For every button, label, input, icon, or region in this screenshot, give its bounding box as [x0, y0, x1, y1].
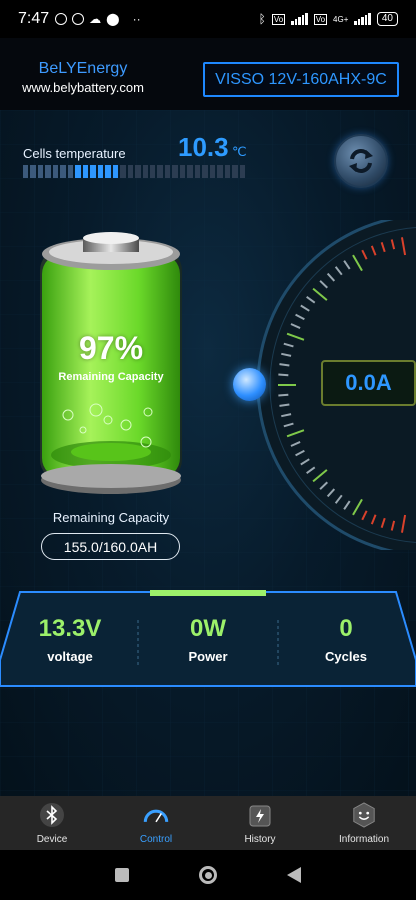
- stat-cycles: 0 Cycles: [286, 615, 406, 664]
- nav-history-label: History: [244, 833, 276, 845]
- temperature-bar-segment: [105, 165, 111, 178]
- temperature-bar-segment: [232, 165, 238, 178]
- recents-button[interactable]: [115, 868, 129, 882]
- temperature-bar-segment: [37, 165, 44, 178]
- temperature-bar-segment: [142, 165, 148, 178]
- remaining-capacity-label: Remaining Capacity: [52, 510, 170, 525]
- app-header: BeLYEnergy www.belybattery.com VISSO 12V…: [0, 38, 416, 110]
- temperature-label: Cells temperature: [23, 146, 126, 161]
- temperature-bar-segment: [67, 165, 74, 178]
- temperature-bar-segment: [187, 165, 193, 178]
- signal-icon: [291, 13, 308, 25]
- temperature-bar-segment: [179, 165, 186, 178]
- bottom-nav: Device Control History Information: [0, 796, 416, 850]
- temperature-bar: [23, 165, 246, 178]
- status-bar: 7:47 ☁ ⬤ ·· ᛒ Vo Vo 4G+ 40: [0, 0, 416, 38]
- stat-cycles-label: Cycles: [325, 649, 367, 664]
- network-type: 4G+: [333, 14, 349, 24]
- temperature-bar-segment: [82, 165, 89, 178]
- volte-icon: Vo: [271, 13, 286, 25]
- nav-device-label: Device: [36, 833, 68, 845]
- gauge-tick: [279, 403, 290, 407]
- stat-cycles-value: 0: [339, 615, 353, 642]
- whatsapp-icon: [72, 13, 85, 25]
- refresh-button[interactable]: [334, 134, 388, 188]
- gauge-tick: [279, 363, 290, 367]
- stat-power: 0W Power: [148, 615, 268, 664]
- temperature-bar-segment: [194, 165, 201, 178]
- stat-voltage-label: voltage: [47, 649, 93, 664]
- bluetooth-icon: [39, 802, 65, 828]
- home-button[interactable]: [199, 866, 217, 884]
- speedometer-icon: [143, 802, 169, 828]
- nav-history[interactable]: History: [208, 796, 312, 850]
- current-value: 0.0A: [321, 360, 416, 406]
- gauge-tick: [278, 373, 289, 377]
- location-icon: ⬤: [106, 12, 120, 26]
- temperature-bar-segment: [52, 165, 59, 178]
- temperature-bar-segment: [23, 165, 29, 178]
- stat-power-label: Power: [188, 649, 228, 664]
- battery-percent: 97%: [78, 330, 144, 366]
- temperature-bar-segment: [90, 165, 96, 178]
- alarm-icon: [55, 13, 68, 25]
- notification-icons: ☁ ⬤ ··: [55, 12, 141, 26]
- temperature-bar-segment: [127, 165, 134, 178]
- volte-icon-2: Vo: [313, 13, 328, 25]
- brand-url: www.belybattery.com: [22, 80, 144, 95]
- brand: BeLYEnergy www.belybattery.com: [18, 60, 148, 95]
- temperature-bar-segment: [209, 165, 216, 178]
- temperature-bar-segment: [224, 165, 231, 178]
- more-dots-icon: ··: [132, 12, 141, 26]
- control-panel: Cells temperature 10.3 ℃ 97% Remaining C…: [0, 110, 416, 796]
- brand-name: BeLYEnergy: [38, 60, 128, 77]
- stat-power-value: 0W: [190, 615, 226, 642]
- status-time: 7:47: [18, 10, 50, 27]
- system-nav-bar: [0, 850, 416, 900]
- temperature-bar-segment: [120, 165, 126, 178]
- battery-status-icon: 40: [376, 12, 398, 26]
- back-button[interactable]: [287, 867, 301, 883]
- stat-voltage-value: 13.3V: [38, 615, 102, 642]
- temperature-bar-segment: [157, 165, 163, 178]
- history-icon: [247, 802, 273, 828]
- battery-percent-caption: Remaining Capacity: [58, 371, 164, 383]
- signal-icon-2: [354, 13, 371, 25]
- temperature-value: 10.3: [178, 132, 229, 162]
- cloud-icon: ☁: [89, 12, 102, 26]
- temperature-bar-segment: [60, 165, 66, 178]
- smiley-icon: [351, 801, 377, 828]
- temperature-bar-segment: [75, 165, 81, 178]
- temperature-bar-segment: [172, 165, 178, 178]
- refresh-icon: [349, 149, 373, 173]
- temperature-bar-segment: [149, 165, 156, 178]
- temperature-bar-segment: [164, 165, 171, 178]
- nav-information[interactable]: Information: [312, 796, 416, 850]
- bluetooth-status-icon: ᛒ: [258, 12, 266, 26]
- temperature-bar-segment: [217, 165, 223, 178]
- nav-control[interactable]: Control: [104, 796, 208, 850]
- remaining-capacity-value: 155.0/160.0AH: [41, 533, 180, 560]
- nav-device[interactable]: Device: [0, 796, 104, 850]
- gauge-knob[interactable]: [233, 368, 266, 401]
- temperature-bar-segment: [97, 165, 104, 178]
- temperature-bar-segment: [112, 165, 119, 178]
- nav-control-label: Control: [139, 833, 173, 845]
- temperature-bar-segment: [30, 165, 36, 178]
- stat-voltage: 13.3V voltage: [10, 615, 130, 664]
- temperature-unit: ℃: [232, 144, 247, 159]
- gauge-tick: [278, 393, 289, 397]
- temperature-bar-segment: [135, 165, 141, 178]
- nav-information-label: Information: [338, 833, 390, 845]
- model-select-button[interactable]: VISSO 12V-160AHX-9C: [203, 62, 399, 97]
- temperature-bar-segment: [239, 165, 246, 178]
- system-icons: ᛒ Vo Vo 4G+ 40: [259, 12, 398, 26]
- temperature-bar-segment: [45, 165, 51, 178]
- temperature-bar-segment: [202, 165, 208, 178]
